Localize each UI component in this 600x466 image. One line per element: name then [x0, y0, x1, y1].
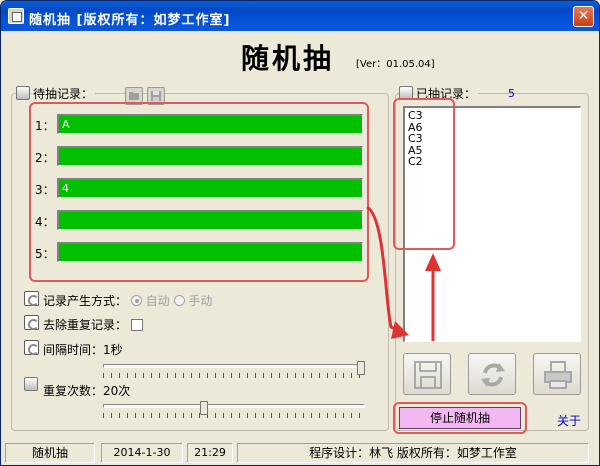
slider-thumb[interactable]: [200, 401, 208, 415]
slider-track: [103, 404, 365, 408]
interval-refresh-icon: [24, 340, 39, 355]
row-index: 4：: [35, 215, 55, 229]
save-icon: [151, 91, 161, 101]
interval-slider[interactable]: [103, 359, 365, 378]
pending-value[interactable]: [57, 242, 363, 262]
repeat-count-icon: [24, 377, 38, 391]
arrow-head: [391, 321, 409, 339]
pending-value[interactable]: A: [57, 114, 363, 134]
row-index: 5：: [35, 247, 55, 261]
slider-ticks: [103, 413, 365, 418]
repeat-label: 重复次数：20次: [43, 384, 131, 398]
window-title: 随机抽 [版权所有：如梦工作室]: [29, 13, 231, 28]
drawn-count: 5: [508, 87, 515, 100]
printer-icon: [544, 361, 572, 389]
mode-auto-label: 自动: [145, 294, 170, 308]
status-bar: 随机抽 2014-1-30 21:29 程序设计：林飞 版权所有：如梦工作室: [1, 439, 599, 465]
mode-label: 记录产生方式：: [43, 294, 128, 308]
status-time: 21:29: [187, 443, 233, 463]
refresh-icon: [481, 363, 505, 387]
slider-track: [103, 364, 365, 368]
dedupe-label: 去除重复记录：: [43, 318, 128, 332]
flow-arrows: [366, 205, 441, 341]
mode-refresh-icon: [24, 291, 39, 306]
row-index: 3：: [35, 183, 55, 197]
slider-ticks: [103, 373, 365, 378]
pending-row[interactable]: 4：: [35, 210, 365, 232]
save-records-button[interactable]: [403, 353, 451, 395]
pending-row[interactable]: 1： A: [35, 114, 365, 136]
mode-auto-radio[interactable]: [130, 295, 142, 306]
mode-row: 记录产生方式： 自动 手动: [43, 292, 212, 309]
folder-open-icon: [129, 92, 139, 100]
floppy-icon: [414, 361, 442, 389]
version-label: [Ver：01.05.04]: [356, 59, 435, 70]
dedupe-refresh-icon: [24, 315, 39, 330]
pending-row[interactable]: 5：: [35, 242, 365, 264]
pending-label: 待抽记录：: [31, 85, 96, 102]
close-button[interactable]: ✕: [573, 6, 594, 27]
title-bar[interactable]: 随机抽 [版权所有：如梦工作室] ✕: [1, 1, 599, 31]
dedupe-row: 去除重复记录：: [43, 316, 143, 333]
page-title: 随机抽: [241, 42, 335, 75]
pending-value[interactable]: 4: [57, 178, 363, 198]
status-credits: 程序设计：林飞 版权所有：如梦工作室: [237, 443, 589, 463]
mode-manual-radio[interactable]: [173, 295, 185, 306]
stop-highlight-frame: [393, 402, 527, 434]
pending-value[interactable]: [57, 210, 363, 230]
app-icon: [8, 8, 24, 24]
about-link[interactable]: 关于: [557, 412, 581, 429]
mode-manual-label: 手动: [188, 294, 213, 308]
pending-row[interactable]: 2：: [35, 146, 365, 168]
interval-label: 间隔时间：1秒: [43, 343, 123, 357]
arrow-to-list: [366, 205, 404, 335]
pending-value[interactable]: [57, 146, 363, 166]
dedupe-checkbox[interactable]: [130, 319, 143, 331]
repeat-slider[interactable]: [103, 399, 365, 418]
status-app: 随机抽: [5, 443, 95, 463]
app-window: 随机抽 [版权所有：如梦工作室] ✕ 随机抽 [Ver：01.05.04] 待抽…: [0, 0, 600, 466]
refresh-button[interactable]: [468, 353, 516, 395]
pending-row[interactable]: 3： 4: [35, 178, 365, 200]
arrow-up-head: [425, 253, 441, 271]
print-button[interactable]: [533, 353, 581, 395]
status-date: 2014-1-30: [101, 443, 183, 463]
row-index: 2：: [35, 151, 55, 165]
row-index: 1：: [35, 119, 55, 133]
slider-thumb[interactable]: [357, 361, 365, 375]
pending-records-icon: [16, 86, 30, 100]
